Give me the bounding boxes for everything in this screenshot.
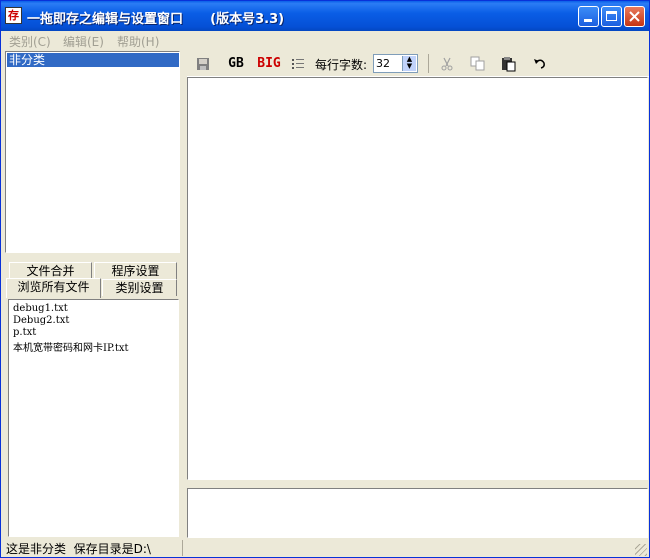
menu-category[interactable]: 类别(C) xyxy=(9,33,51,50)
copy-icon[interactable] xyxy=(469,55,487,73)
tab-program-settings[interactable]: 程序设置 xyxy=(94,262,177,279)
big5-encoding-button[interactable]: BIG xyxy=(257,55,281,73)
menu-help[interactable]: 帮助(H) xyxy=(117,33,159,50)
close-button[interactable] xyxy=(624,6,645,27)
chars-per-line-stepper[interactable]: 32 ▲ ▼ xyxy=(373,54,418,73)
status-text: 这是非分类 保存目录是D:\ xyxy=(6,542,151,556)
minimize-button[interactable] xyxy=(578,6,599,27)
menu-edit[interactable]: 编辑(E) xyxy=(63,33,104,50)
list-item[interactable]: debug1.txt xyxy=(13,303,68,314)
save-icon[interactable] xyxy=(195,55,211,73)
status-bar: 这是非分类 保存目录是D:\ xyxy=(1,538,649,558)
menu-bar: 类别(C) 编辑(E) 帮助(H) xyxy=(1,31,649,50)
tab-file-merge[interactable]: 文件合并 xyxy=(9,262,92,279)
status-divider xyxy=(182,540,183,556)
toolbar-divider xyxy=(428,54,429,73)
file-list[interactable]: debug1.txt Debug2.txt p.txt 本机宽带密码和网卡IP.… xyxy=(8,299,179,537)
paste-icon[interactable] xyxy=(500,55,518,73)
list-item[interactable]: Debug2.txt xyxy=(13,315,69,326)
maximize-button[interactable] xyxy=(601,6,622,27)
window-title: 一拖即存之编辑与设置窗口 (版本号3.3) xyxy=(27,12,285,27)
resize-grip-icon[interactable] xyxy=(635,544,647,556)
gb-encoding-button[interactable]: GB xyxy=(225,55,247,73)
main-window: 存 一拖即存之编辑与设置窗口 (版本号3.3) 类别(C) 编辑(E) 帮助(H… xyxy=(0,0,650,558)
close-icon xyxy=(629,11,640,22)
category-item-uncategorized[interactable]: 非分类 xyxy=(7,53,179,67)
tab-category-settings[interactable]: 类别设置 xyxy=(102,279,177,296)
list-item[interactable]: p.txt xyxy=(13,327,36,338)
chars-per-line-value: 32 xyxy=(376,57,390,70)
stepper-arrows-icon[interactable]: ▲ ▼ xyxy=(402,56,416,71)
text-editor[interactable] xyxy=(187,77,648,480)
category-list[interactable]: 非分类 xyxy=(5,51,180,253)
app-logo-icon[interactable]: 存 xyxy=(5,7,22,24)
cut-icon[interactable] xyxy=(439,55,455,73)
toolbar: GB BIG 每行字数: 32 ▲ ▼ xyxy=(187,51,649,77)
title-bar[interactable]: 存 一拖即存之编辑与设置窗口 (版本号3.3) xyxy=(1,1,649,31)
undo-icon[interactable] xyxy=(532,55,548,73)
list-format-icon[interactable] xyxy=(291,55,305,73)
chars-per-line-label: 每行字数: xyxy=(315,58,368,72)
list-item[interactable]: 本机宽带密码和网卡IP.txt xyxy=(13,339,129,354)
tab-control: 文件合并 程序设置 浏览所有文件 类别设置 xyxy=(5,259,180,301)
secondary-text-area[interactable] xyxy=(187,488,648,538)
tab-browse-all-files[interactable]: 浏览所有文件 xyxy=(6,278,101,298)
